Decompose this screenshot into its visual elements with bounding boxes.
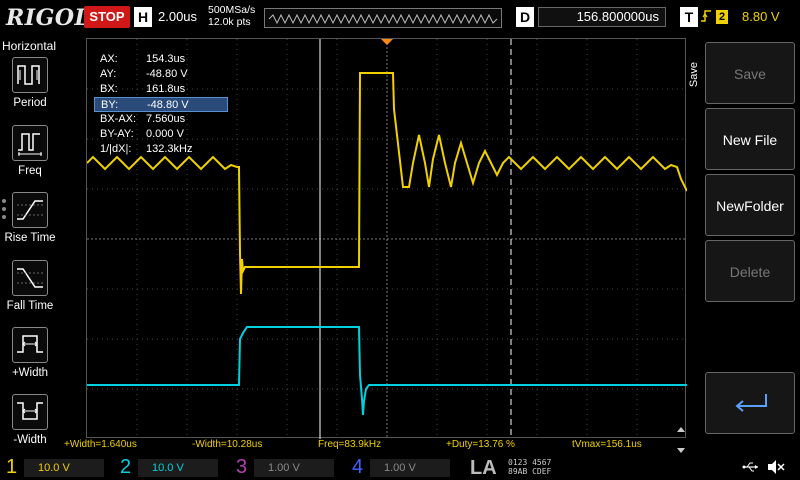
fall-time-label: Fall Time (6, 300, 54, 312)
cursor-row-selected[interactable]: BY: -48.80 V (94, 97, 228, 112)
cursor-row: 1/|dX|: 132.3kHz (100, 143, 193, 155)
enter-arrow-icon (735, 394, 767, 412)
sample-rate: 500MSa/s (208, 4, 256, 16)
freq-icon (12, 125, 48, 161)
acquisition-info: 500MSa/s 12.0k pts (208, 4, 255, 28)
save-menu-title: Save (688, 62, 700, 88)
rising-edge-icon (700, 8, 712, 27)
measurement-item: Freq=83.9kHz (318, 439, 382, 450)
measurement-bar: +Width=1.640us -Width=10.28us Freq=83.9k… (60, 438, 690, 452)
panel-title: Horizontal (2, 39, 57, 53)
delay-badge: D (516, 7, 534, 27)
measurement-item: +Duty=13.76 % (446, 439, 515, 450)
cursor-row: AX: 154.3us (100, 53, 186, 65)
run-stop-button[interactable]: STOP (84, 6, 130, 28)
trigger-level[interactable]: 8.80 V (742, 9, 780, 24)
rise-time-icon (12, 192, 48, 228)
trigger-source: 2 (716, 10, 728, 24)
measure-scroll-arrows[interactable] (676, 426, 686, 454)
freq-label: Freq (18, 165, 42, 177)
top-status-bar: RIGOL STOP H 2.00us 500MSa/s 12.0k pts D… (0, 0, 800, 36)
neg-width-label: -Width (13, 434, 47, 446)
trigger-pos-marker (381, 39, 393, 45)
cursor-row: BX: 161.8us (100, 83, 186, 95)
cursor-row: BX-AX: 7.560us (100, 113, 186, 125)
timebase-value[interactable]: 2.00us (158, 9, 197, 24)
enter-button[interactable] (705, 372, 795, 434)
ch1-marker-label: 1 (72, 181, 78, 191)
trigger-badge: T (680, 7, 698, 27)
memory-overview-strip (264, 8, 502, 28)
la-label[interactable]: LA (470, 457, 497, 480)
memory-waveform-preview (268, 13, 498, 25)
brand-logo: RIGOL (6, 5, 91, 31)
period-label: Period (13, 97, 47, 109)
pos-width-label: +Width (11, 367, 49, 379)
ch2-marker-label: 2 (72, 380, 78, 390)
rise-time-label: Rise Time (4, 232, 56, 244)
memory-depth: 12.0k pts (208, 16, 251, 28)
la-channel-map: 0123 4567 89AB CDEF (508, 458, 552, 476)
pos-width-icon (12, 327, 48, 363)
measurement-item: -Width=10.28us (192, 439, 263, 450)
horizontal-measure-panel: Horizontal Period Freq Rise Time Fall Ti… (0, 37, 60, 455)
measurement-item: +Width=1.640us (64, 439, 137, 450)
delay-value[interactable]: 156.800000us (538, 7, 666, 27)
period-icon (12, 57, 48, 93)
measurement-item: tVmax=156.1us (572, 439, 642, 450)
neg-width-icon (12, 394, 48, 430)
speaker-muted-icon[interactable] (766, 459, 786, 478)
cursor-row: AY: -48.80 V (100, 68, 188, 80)
new-folder-button[interactable]: NewFolder (705, 174, 795, 236)
page-indicator (2, 199, 8, 223)
timebase-badge: H (134, 7, 152, 27)
save-button[interactable]: Save (705, 42, 795, 104)
cursor-row: BY-AY: 0.000 V (100, 128, 184, 140)
new-file-button[interactable]: New File (705, 108, 795, 170)
cursor-readout: AX: 154.3us AY: -48.80 V BX: 161.8us BY: -48… (94, 52, 228, 157)
channel-bar: 1 10.0 V 2 10.0 V 3 1.00 V 4 1.00 V LA 0… (0, 455, 800, 480)
usb-icon (742, 461, 760, 476)
fall-time-icon (12, 260, 48, 296)
delete-button[interactable]: Delete (705, 240, 795, 302)
